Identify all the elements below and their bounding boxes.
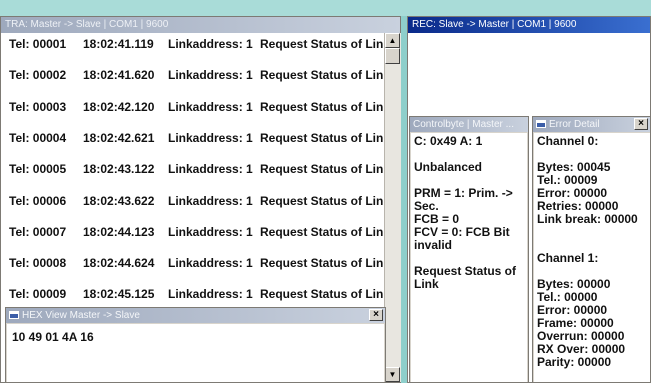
tel-number: Tel: 00006 bbox=[9, 193, 67, 208]
message-text: Request Status of Link bbox=[260, 287, 391, 302]
scroll-thumb[interactable] bbox=[385, 48, 400, 64]
timestamp: 18:02:43.622 bbox=[83, 193, 155, 208]
detail-line: Parity: 00000 bbox=[537, 355, 612, 369]
link-address: Linkaddress: 1 bbox=[168, 37, 253, 51]
table-row[interactable]: Tel: 00006 18:02:43.622 Linkaddress: 1 Requ… bbox=[9, 194, 390, 208]
table-row[interactable]: Tel: 00003 18:02:42.120 Linkaddress: 1 Requ… bbox=[9, 100, 390, 114]
tra-window-title[interactable]: TRA: Master -> Slave | COM1 | 9600 bbox=[1, 17, 400, 33]
error-detail-title: Error Detail bbox=[549, 119, 600, 130]
controlbyte-content: C: 0x49 A: 1 Unbalanced PRM = 1: Prim. -> S… bbox=[411, 133, 527, 382]
link-address: Linkaddress: 1 bbox=[168, 162, 253, 177]
tel-number: Tel: 00003 bbox=[9, 99, 67, 114]
message-text: Request Status of Link bbox=[260, 224, 391, 239]
table-row[interactable]: Tel: 00007 18:02:44.123 Linkaddress: 1 Requ… bbox=[9, 225, 390, 239]
message-text: Request Status of Link bbox=[260, 193, 391, 208]
scroll-down-button[interactable]: ▼ bbox=[385, 367, 400, 382]
error-detail-content: Channel 0: Bytes: 00045 Tel.: 00009 Error: … bbox=[534, 133, 650, 382]
message-text: Request Status of Link bbox=[260, 256, 391, 271]
hex-view-content: 10 49 01 4A 16 bbox=[7, 324, 384, 382]
error-detail-window: Error Detail × Channel 0: Bytes: 00045 Tel… bbox=[532, 116, 651, 383]
timestamp: 18:02:45.125 bbox=[83, 287, 155, 302]
link-address: Linkaddress: 1 bbox=[168, 287, 253, 302]
link-address: Linkaddress: 1 bbox=[168, 193, 253, 208]
detail-line: Unbalanced bbox=[414, 160, 483, 174]
timestamp: 18:02:42.120 bbox=[83, 99, 155, 114]
controlbyte-window: Controlbyte | Master ... C: 0x49 A: 1 Unb… bbox=[409, 116, 529, 383]
table-row[interactable]: Tel: 00009 18:02:45.125 Linkaddress: 1 Requ… bbox=[9, 287, 390, 301]
message-text: Request Status of Link bbox=[260, 68, 391, 83]
tel-number: Tel: 00008 bbox=[9, 256, 67, 271]
link-address: Linkaddress: 1 bbox=[168, 130, 253, 145]
timestamp: 18:02:44.123 bbox=[83, 224, 155, 239]
table-row[interactable]: Tel: 00008 18:02:44.624 Linkaddress: 1 Requ… bbox=[9, 256, 390, 270]
scroll-up-button[interactable]: ▲ bbox=[385, 33, 400, 48]
tel-number: Tel: 00005 bbox=[9, 162, 67, 177]
timestamp: 18:02:41.119 bbox=[83, 37, 154, 51]
detail-line: Link bbox=[414, 277, 439, 291]
timestamp: 18:02:43.122 bbox=[83, 162, 155, 177]
tel-number: Tel: 00001 bbox=[9, 37, 67, 51]
window-icon bbox=[9, 311, 19, 319]
table-row[interactable]: Tel: 00001 18:02:41.119 Linkaddress: 1 Requ… bbox=[9, 37, 390, 51]
timestamp: 18:02:41.620 bbox=[83, 68, 155, 83]
hex-view-titlebar[interactable]: HEX View Master -> Slave × bbox=[6, 308, 385, 323]
hex-view-close-button[interactable]: × bbox=[369, 309, 383, 321]
table-row[interactable]: Tel: 00002 18:02:41.620 Linkaddress: 1 Requ… bbox=[9, 68, 390, 82]
rec-window-title[interactable]: REC: Slave -> Master | COM1 | 9600 bbox=[408, 17, 650, 33]
message-text: Request Status of Link bbox=[260, 99, 391, 114]
tel-number: Tel: 00004 bbox=[9, 130, 67, 145]
detail-line: Channel 1: bbox=[537, 251, 599, 265]
tra-scrollbar[interactable]: ▲ ▼ bbox=[384, 33, 401, 382]
table-row[interactable]: Tel: 00005 18:02:43.122 Linkaddress: 1 Requ… bbox=[9, 162, 390, 176]
tel-number: Tel: 00009 bbox=[9, 287, 67, 302]
tel-number: Tel: 00007 bbox=[9, 224, 67, 239]
link-address: Linkaddress: 1 bbox=[168, 224, 253, 239]
hex-view-title: HEX View Master -> Slave bbox=[22, 310, 140, 321]
timestamp: 18:02:44.624 bbox=[83, 256, 155, 271]
hex-view-window: HEX View Master -> Slave × 10 49 01 4A 1… bbox=[5, 307, 386, 383]
hex-bytes: 10 49 01 4A 16 bbox=[12, 330, 94, 344]
detail-line: invalid bbox=[414, 238, 453, 252]
controlbyte-title[interactable]: Controlbyte | Master ... bbox=[410, 117, 528, 132]
message-text: Request Status of Link bbox=[260, 37, 391, 51]
message-text: Request Status of Link bbox=[260, 162, 391, 177]
detail-line: Channel 0: bbox=[537, 134, 599, 148]
table-row[interactable]: Tel: 00004 18:02:42.621 Linkaddress: 1 Requ… bbox=[9, 131, 390, 145]
desktop-background bbox=[0, 0, 651, 16]
message-text: Request Status of Link bbox=[260, 130, 391, 145]
detail-line bbox=[537, 226, 647, 239]
link-address: Linkaddress: 1 bbox=[168, 99, 253, 114]
error-detail-close-button[interactable]: × bbox=[634, 118, 648, 130]
detail-line: C: 0x49 A: 1 bbox=[414, 134, 483, 148]
window-icon bbox=[536, 120, 546, 128]
link-address: Linkaddress: 1 bbox=[168, 68, 253, 83]
detail-line: Link break: 00000 bbox=[537, 212, 638, 226]
link-address: Linkaddress: 1 bbox=[168, 256, 253, 271]
error-detail-titlebar[interactable]: Error Detail × bbox=[533, 117, 650, 132]
timestamp: 18:02:42.621 bbox=[83, 130, 155, 145]
tel-number: Tel: 00002 bbox=[9, 68, 67, 83]
